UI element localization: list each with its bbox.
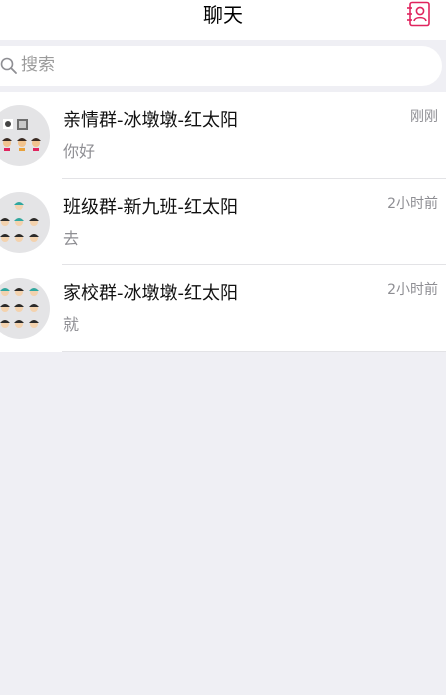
contacts-button[interactable] <box>405 1 431 27</box>
chat-row[interactable]: 班级群-新九班-红太阳 2小时前 去 <box>0 179 446 265</box>
group-avatar <box>0 105 50 166</box>
group-avatar <box>0 191 50 253</box>
search-icon <box>0 57 17 74</box>
search-area: 搜索 <box>0 40 446 92</box>
chat-row[interactable]: 家校群-冰墩墩-红太阳 2小时前 就 <box>0 265 446 352</box>
search-placeholder: 搜索 <box>21 55 55 75</box>
chat-preview: 去 <box>63 228 80 248</box>
top-bar: 聊天 <box>0 0 446 40</box>
search-input[interactable]: 搜索 <box>0 46 442 86</box>
group-avatar <box>0 278 50 339</box>
chat-preview: 你好 <box>63 142 96 161</box>
page-title: 聊天 <box>203 3 243 27</box>
chat-time: 2小时前 <box>387 282 438 298</box>
chat-name: 家校群-冰墩墩-红太阳 <box>63 283 238 304</box>
chat-preview: 就 <box>63 315 80 334</box>
chat-list: 亲情群-冰墩墩-红太阳 刚刚 你好 班级群-新九班-红太阳 2小时前 去 家校群… <box>0 92 446 352</box>
chat-time: 刚刚 <box>410 109 438 125</box>
chat-name: 亲情群-冰墩墩-红太阳 <box>63 110 238 131</box>
chat-name: 班级群-新九班-红太阳 <box>63 196 238 218</box>
contacts-book-icon <box>407 1 430 27</box>
chat-time: 2小时前 <box>387 195 438 212</box>
row-divider <box>62 350 446 352</box>
chat-row[interactable]: 亲情群-冰墩墩-红太阳 刚刚 你好 <box>0 92 446 179</box>
